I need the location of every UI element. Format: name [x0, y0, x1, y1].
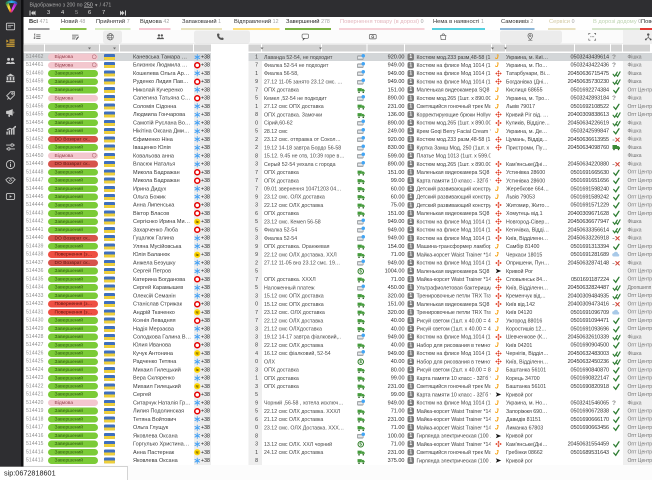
- svg-text:lc: lc: [196, 220, 199, 224]
- svg-text:lc: lc: [196, 385, 199, 389]
- svg-text:lc: lc: [196, 451, 199, 455]
- svg-text:lc: lc: [196, 253, 199, 257]
- svg-text:lc: lc: [196, 368, 199, 372]
- svg-text:lc: lc: [196, 311, 199, 315]
- svg-text:lc: lc: [196, 352, 199, 356]
